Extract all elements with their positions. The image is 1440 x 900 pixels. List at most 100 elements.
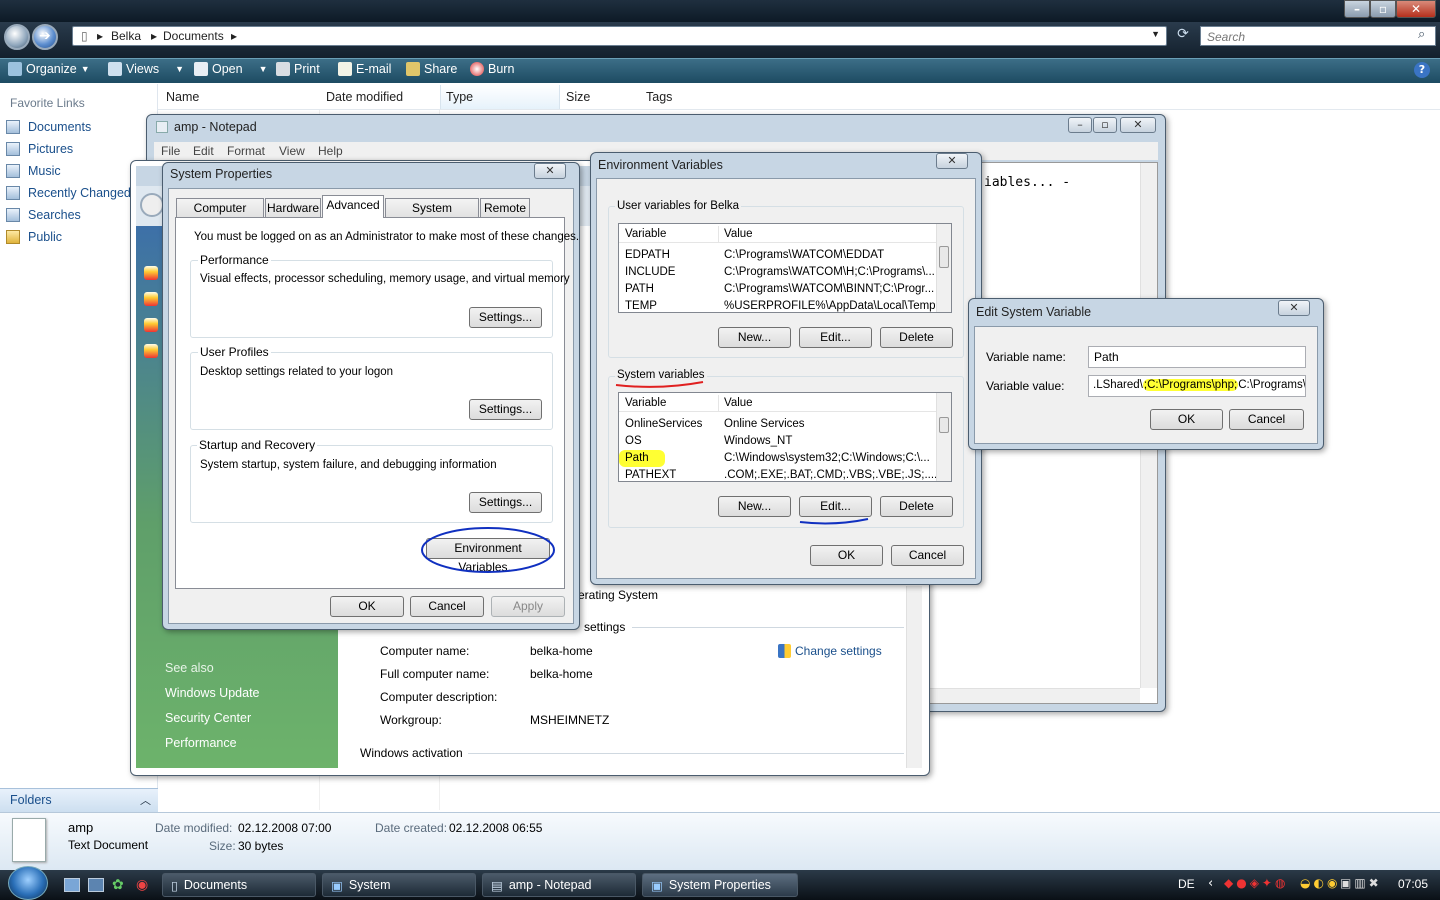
share-button[interactable]: Share [406, 62, 457, 76]
menu-edit[interactable]: Edit [193, 144, 214, 158]
back-button[interactable] [4, 24, 30, 50]
help-icon[interactable]: ? [1414, 62, 1430, 78]
user-new-button[interactable]: New... [718, 327, 791, 348]
minimize-button[interactable]: – [1344, 0, 1370, 18]
user-profiles-settings-button[interactable]: Settings... [469, 399, 542, 420]
forward-button[interactable]: ➔ [32, 24, 58, 50]
tray-icons[interactable]: ◆●◈✦◍ [1224, 876, 1288, 890]
refresh-icon[interactable]: ⟳ [1172, 26, 1194, 46]
link-security-center[interactable]: Security Center [165, 711, 251, 725]
full-computer-name-label: Full computer name: [380, 667, 490, 681]
column-value[interactable]: Value [724, 226, 753, 243]
show-desktop-icon[interactable] [64, 878, 80, 892]
chevron-left-icon[interactable]: ‹ [1208, 876, 1213, 891]
close-button[interactable]: ✕ [1396, 0, 1436, 18]
variable-name-field[interactable]: Path [1088, 346, 1306, 368]
clock[interactable]: 07:05 [1398, 877, 1428, 891]
breadcrumb-belka[interactable]: Belka [111, 29, 141, 43]
link-windows-update[interactable]: Windows Update [165, 686, 260, 700]
system-delete-button[interactable]: Delete [880, 496, 953, 517]
column-value[interactable]: Value [724, 395, 753, 412]
notepad-close-button[interactable]: ✕ [1120, 117, 1156, 133]
search-icon[interactable]: ⌕ [1418, 27, 1425, 42]
system-vscrollbar[interactable] [906, 586, 922, 768]
favorite-searches[interactable]: Searches [6, 208, 81, 222]
system-properties-close-button[interactable]: ✕ [534, 163, 566, 179]
environment-variables-button[interactable]: Environment Variables... [426, 538, 550, 574]
quicklaunch-app-icon[interactable]: ✿ [112, 877, 124, 893]
system-variables-list[interactable]: Variable Value OnlineServices Online Serv… [618, 392, 952, 482]
favorite-public[interactable]: Public [6, 230, 62, 244]
link-performance[interactable]: Performance [165, 736, 237, 750]
menu-help[interactable]: Help [318, 144, 343, 158]
system-list-scrollbar[interactable] [936, 393, 951, 481]
maximize-button[interactable]: ▫ [1370, 0, 1396, 18]
column-variable[interactable]: Variable [625, 226, 666, 243]
start-button[interactable] [8, 866, 48, 900]
language-indicator[interactable]: DE [1178, 877, 1195, 891]
search-input[interactable]: Search [1200, 26, 1436, 46]
switch-windows-icon[interactable] [88, 878, 104, 892]
folders-toggle[interactable]: Folders ︿ [0, 788, 158, 812]
tab-computer-name[interactable]: Computer Name [176, 198, 264, 233]
tab-system-protection[interactable]: System Protection [385, 198, 479, 233]
edit-variable-cancel-button[interactable]: Cancel [1229, 409, 1304, 430]
column-name[interactable]: Name [166, 90, 199, 104]
user-delete-button[interactable]: Delete [880, 327, 953, 348]
views-button[interactable]: Views ▼ [108, 62, 184, 76]
tab-remote[interactable]: Remote [480, 198, 530, 218]
user-edit-button[interactable]: Edit... [799, 327, 872, 348]
open-button[interactable]: Open ▼ [194, 62, 268, 76]
notepad-hscrollbar[interactable] [926, 688, 1140, 703]
address-field[interactable]: ▯ ▸ Belka ▸ Documents ▸ ▼ [72, 26, 1167, 46]
tray-icons-3[interactable]: ▣▥✖ [1340, 876, 1382, 890]
environment-ok-button[interactable]: OK [810, 545, 883, 566]
system-properties-ok-button[interactable]: OK [330, 596, 404, 617]
breadcrumb-documents[interactable]: Documents [163, 29, 224, 43]
variable-name-label: Variable name: [986, 350, 1066, 364]
favorite-music[interactable]: Music [6, 164, 61, 178]
edit-variable-ok-button[interactable]: OK [1150, 409, 1223, 430]
task-system-properties[interactable]: ▣ System Properties [642, 873, 798, 897]
menu-file[interactable]: File [161, 144, 180, 158]
favorite-pictures[interactable]: Pictures [6, 142, 73, 156]
quicklaunch-browser-icon[interactable]: ◉ [136, 877, 148, 893]
column-tags[interactable]: Tags [646, 90, 672, 104]
notepad-minimize-button[interactable]: – [1068, 117, 1092, 133]
environment-variables-close-button[interactable]: ✕ [936, 153, 968, 169]
system-properties-cancel-button[interactable]: Cancel [410, 596, 484, 617]
column-size[interactable]: Size [566, 90, 590, 104]
chevron-down-icon[interactable]: ▼ [1151, 29, 1160, 39]
system-back-button[interactable] [140, 193, 164, 217]
task-notepad[interactable]: ▤ amp - Notepad [482, 873, 636, 897]
print-button[interactable]: Print [276, 62, 320, 76]
column-date-modified[interactable]: Date modified [326, 90, 403, 104]
menu-format[interactable]: Format [227, 144, 265, 158]
menu-view[interactable]: View [279, 144, 305, 158]
change-settings-link[interactable]: Change settings [795, 644, 882, 658]
performance-title: Performance [198, 253, 271, 267]
startup-recovery-settings-button[interactable]: Settings... [469, 492, 542, 513]
notepad-maximize-button[interactable]: ▫ [1093, 117, 1117, 133]
system-edit-button[interactable]: Edit... [799, 496, 872, 517]
column-type[interactable]: Type [446, 90, 473, 104]
task-system[interactable]: ▣ System [322, 873, 476, 897]
variable-value-field[interactable]: .LShared\;C:\Programs\php;C:\Programs\M [1088, 375, 1306, 397]
task-documents[interactable]: ▯ Documents [162, 873, 316, 897]
tab-advanced[interactable]: Advanced [322, 195, 384, 218]
favorite-documents[interactable]: Documents [6, 120, 91, 134]
tab-hardware[interactable]: Hardware [265, 198, 321, 218]
detail-date-modified-label: Date modified: [155, 821, 233, 835]
user-list-scrollbar[interactable] [936, 224, 951, 312]
environment-cancel-button[interactable]: Cancel [891, 545, 964, 566]
system-new-button[interactable]: New... [718, 496, 791, 517]
edit-variable-close-button[interactable]: ✕ [1278, 300, 1310, 316]
tray-icons-2[interactable]: ◒◐◉ [1300, 876, 1340, 890]
performance-settings-button[interactable]: Settings... [469, 307, 542, 328]
user-variables-list[interactable]: Variable Value EDPATH C:\Programs\WATCOM\… [618, 223, 952, 313]
column-variable[interactable]: Variable [625, 395, 666, 412]
burn-button[interactable]: Burn [470, 62, 514, 76]
email-button[interactable]: E-mail [338, 62, 391, 76]
organize-button[interactable]: Organize ▼ [8, 62, 90, 76]
favorite-recently-changed[interactable]: Recently Changed [6, 186, 131, 200]
